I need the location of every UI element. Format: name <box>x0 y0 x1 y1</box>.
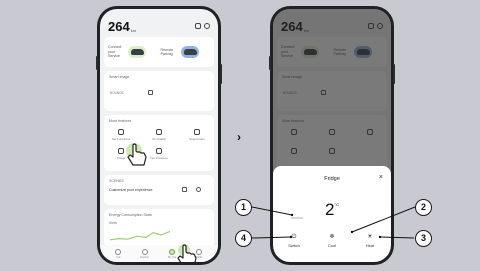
callout-2: 2 <box>415 199 432 216</box>
callout-1: 1 <box>235 199 252 216</box>
callout-3: 3 <box>415 230 432 247</box>
callout-4: 4 <box>235 230 252 247</box>
